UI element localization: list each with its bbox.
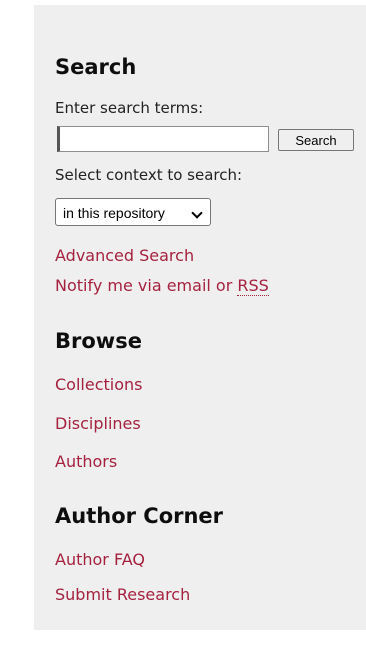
- search-input[interactable]: [57, 126, 269, 152]
- author-corner-heading: Author Corner: [55, 504, 224, 528]
- author-faq-link[interactable]: Author FAQ: [55, 550, 145, 569]
- search-context-select[interactable]: in this repository: [55, 198, 211, 226]
- search-heading: Search: [55, 55, 137, 79]
- search-context-value: in this repository: [63, 205, 165, 221]
- submit-research-link[interactable]: Submit Research: [55, 585, 190, 604]
- browse-disciplines-link[interactable]: Disciplines: [55, 414, 141, 433]
- browse-authors-link[interactable]: Authors: [55, 452, 117, 471]
- search-button[interactable]: Search: [278, 129, 354, 151]
- notify-link[interactable]: Notify me via email or RSS: [55, 276, 269, 296]
- search-terms-label: Enter search terms:: [55, 99, 204, 117]
- browse-collections-link[interactable]: Collections: [55, 375, 142, 394]
- rss-abbr: RSS: [237, 276, 269, 296]
- chevron-down-icon: [191, 207, 203, 219]
- notify-text: Notify me via email or: [55, 276, 238, 295]
- browse-heading: Browse: [55, 329, 142, 353]
- search-context-label: Select context to search:: [55, 166, 243, 184]
- sidebar: Search Enter search terms: Search Select…: [34, 5, 366, 630]
- advanced-search-link[interactable]: Advanced Search: [55, 246, 194, 265]
